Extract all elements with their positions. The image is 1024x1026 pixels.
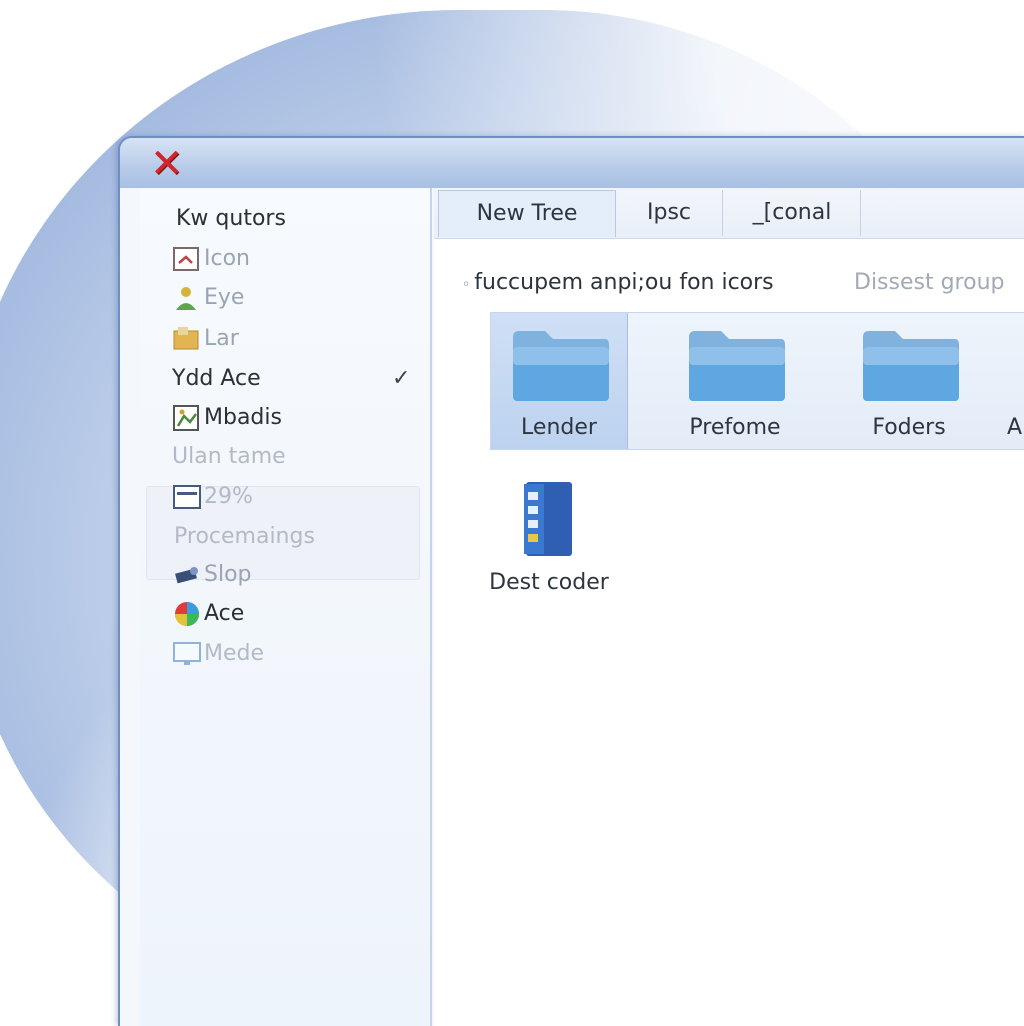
sidebar-item-ulan-tame[interactable]: Ulan tame	[172, 442, 286, 472]
sidebar-item-mede[interactable]: Mede	[172, 639, 264, 669]
sidebar-item-label: Ace	[204, 601, 245, 626]
folder-tile-prefome[interactable]: Prefome	[667, 313, 803, 449]
tab-new-tree[interactable]: New Tree	[438, 190, 616, 237]
sidebar-item-label: Icon	[204, 246, 250, 271]
sidebar-item-label: Lar	[204, 326, 239, 351]
file-item-label: Dest coder	[489, 570, 609, 595]
explorer-window: ✕ Kw qutors Icon Eye Lar Ydd Ace ✓ Mbadi…	[118, 136, 1024, 1026]
sidebar-item-ace[interactable]: Ace	[172, 599, 244, 629]
sidebar-item-label: 29%	[204, 484, 253, 509]
tab-bar: New Tree Ipsc _[conal	[434, 188, 1024, 239]
tile-label: Lender	[521, 415, 597, 440]
check-icon: ✓	[392, 366, 411, 391]
folder-tile-al[interactable]: Al	[1007, 313, 1024, 449]
folder-icon	[863, 331, 959, 401]
tile-label: Al	[1007, 415, 1024, 440]
close-icon[interactable]: ✕	[150, 144, 190, 184]
sidebar-item-label: Slop	[204, 562, 252, 587]
sidebar: Kw qutors Icon Eye Lar Ydd Ace ✓ Mbadis …	[140, 188, 432, 1026]
monitor-icon	[173, 485, 201, 509]
sidebar-item-procemaings[interactable]: Procemaings	[174, 522, 315, 552]
sidebar-item-slop[interactable]: Slop	[172, 560, 252, 590]
sidebar-item-eye[interactable]: Eye	[172, 283, 244, 313]
sidebar-item-label: Ulan tame	[172, 444, 286, 469]
tab-conal[interactable]: _[conal	[724, 190, 861, 236]
group-dropdown[interactable]: Dissest group	[854, 270, 1005, 295]
breadcrumb[interactable]: ◦ fuccupem anpi;ou fon icors	[462, 270, 774, 295]
sidebar-item-label: Mede	[204, 641, 265, 666]
sidebar-item-ydd-ace[interactable]: Ydd Ace	[172, 364, 261, 394]
sidebar-heading: Kw qutors	[176, 206, 286, 231]
color-wheel-icon	[175, 602, 199, 626]
tab-ipsc[interactable]: Ipsc	[616, 190, 723, 236]
bullet-icon: ◦	[462, 277, 471, 293]
breadcrumb-text: fuccupem anpi;ou fon icors	[474, 270, 774, 295]
people-icon	[176, 287, 196, 310]
sidebar-item-lar[interactable]: Lar	[172, 324, 239, 354]
folder-icon	[689, 331, 785, 401]
sidebar-item-label: Eye	[204, 285, 245, 310]
window-icon	[173, 247, 199, 271]
sidebar-item-label: Procemaings	[174, 524, 315, 549]
tile-label: Foders	[872, 415, 946, 440]
screen-icon	[173, 642, 201, 665]
folder-tile-foders[interactable]: Foders	[841, 313, 977, 449]
binder-icon	[524, 482, 572, 556]
content-pane: New Tree Ipsc _[conal ◦ fuccupem anpi;ou …	[434, 188, 1024, 1026]
sidebar-item-percent[interactable]: 29%	[172, 482, 253, 512]
tile-label: Prefome	[689, 415, 781, 440]
file-item-dest-coder[interactable]: Dest coder	[474, 478, 624, 595]
folder-icon	[173, 327, 199, 350]
sidebar-item-icon[interactable]: Icon	[172, 244, 250, 274]
network-icon	[175, 567, 198, 584]
title-bar[interactable]: ✕	[120, 138, 1024, 188]
folder-icon	[513, 331, 609, 401]
sidebar-item-mbadis[interactable]: Mbadis	[172, 403, 282, 433]
picture-icon	[173, 405, 199, 431]
sidebar-item-label: Ydd Ace	[172, 366, 261, 391]
icon-group: Lender Prefome Foders Al	[490, 312, 1024, 450]
sidebar-item-label: Mbadis	[204, 405, 282, 430]
folder-tile-lender[interactable]: Lender	[491, 313, 628, 449]
